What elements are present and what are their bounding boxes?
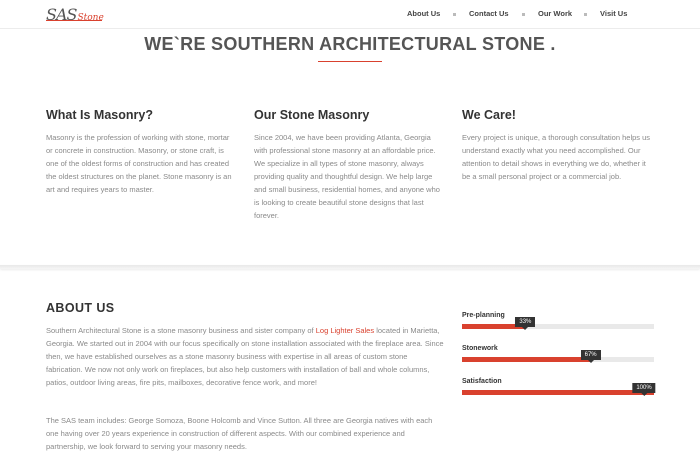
hero-underline: [318, 61, 382, 62]
column-our-stone-masonry: Our Stone Masonry Since 2004, we have be…: [254, 108, 446, 222]
column-text: Since 2004, we have been providing Atlan…: [254, 133, 440, 220]
column-what-is-masonry: What Is Masonry? Masonry is the professi…: [46, 108, 238, 196]
nav-visit-us[interactable]: Visit Us: [600, 9, 627, 18]
nav-separator: [584, 13, 587, 16]
nav-separator: [522, 13, 525, 16]
skill-fill: [462, 390, 654, 395]
log-lighter-sales-link[interactable]: Log Lighter Sales: [316, 326, 374, 335]
skill-percent-badge: 67%: [580, 350, 601, 363]
skill-label: Stonework: [462, 345, 498, 352]
site-logo[interactable]: SAS Stone: [46, 5, 104, 24]
logo-sub-text: Stone: [77, 13, 104, 23]
nav-our-work[interactable]: Our Work: [538, 9, 572, 18]
about-text-before-link: Southern Architectural Stone is a stone …: [46, 326, 316, 335]
skill-track: 33%: [462, 317, 654, 330]
nav-contact-us[interactable]: Contact Us: [469, 9, 509, 18]
column-we-care: We Care! Every project is unique, a thor…: [462, 108, 654, 183]
logo-underline: [46, 20, 102, 21]
about-paragraph-1: Southern Architectural Stone is a stone …: [46, 324, 446, 389]
skill-label: Pre-planning: [462, 312, 505, 319]
hero-title: WE`RE SOUTHERN ARCHITECTURAL STONE .: [144, 34, 556, 54]
skill-percent-badge: 33%: [515, 317, 536, 330]
column-heading: We Care!: [462, 108, 516, 122]
about-title: ABOUT US: [46, 301, 115, 315]
skill-track: 67%: [462, 350, 654, 363]
nav-about-us[interactable]: About Us: [407, 9, 440, 18]
skill-percent-badge: 100%: [632, 383, 656, 396]
nav-separator: [453, 13, 456, 16]
about-paragraph-2: The SAS team includes: George Somoza, Bo…: [46, 416, 433, 451]
site-header: SAS Stone About Us Contact Us Our Work V…: [0, 0, 700, 29]
column-text: Masonry is the profession of working wit…: [46, 133, 232, 194]
about-text-after-link: located in Marietta, Georgia. We started…: [46, 326, 444, 387]
logo-main-text: SAS: [46, 5, 78, 24]
section-divider: [0, 265, 700, 269]
column-text: Every project is unique, a thorough cons…: [462, 133, 651, 181]
skill-track: 100%: [462, 383, 656, 396]
skill-fill: [462, 357, 591, 362]
column-heading: What Is Masonry?: [46, 108, 153, 122]
skill-label: Satisfaction: [462, 378, 502, 385]
column-heading: Our Stone Masonry: [254, 108, 370, 122]
